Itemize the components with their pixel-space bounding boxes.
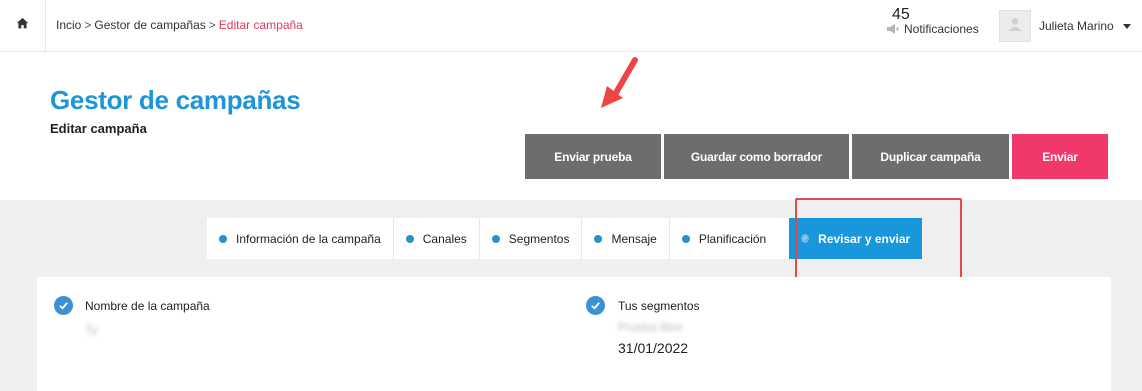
- save-draft-button[interactable]: Guardar como borrador: [664, 134, 849, 179]
- user-icon: [1007, 16, 1023, 37]
- tab-label: Información de la campaña: [236, 231, 381, 246]
- tab-scheduling[interactable]: Planificación: [670, 218, 778, 259]
- breadcrumb-current: Editar campaña: [218, 18, 303, 32]
- duplicate-campaign-button[interactable]: Duplicar campaña: [852, 134, 1009, 179]
- tab-campaign-info[interactable]: Información de la campaña: [207, 218, 394, 259]
- review-card: Nombre de la campaña Ty Tus segmentos Pr…: [37, 277, 1111, 391]
- megaphone-icon: [886, 22, 900, 36]
- user-menu[interactable]: Julieta Marino: [999, 10, 1131, 42]
- home-button[interactable]: [0, 0, 46, 52]
- page-title: Gestor de campañas: [50, 85, 301, 115]
- check-circle-icon: [586, 296, 605, 315]
- segments-value: Prueba libre: [618, 320, 683, 334]
- breadcrumb-section-link[interactable]: Gestor de campañas: [94, 18, 205, 32]
- tab-label: Segmentos: [508, 231, 570, 246]
- breadcrumb-home-link[interactable]: Incio: [56, 18, 81, 32]
- breadcrumb-separator: >: [84, 18, 92, 32]
- send-test-button[interactable]: Enviar prueba: [525, 134, 661, 179]
- notification-count-badge: 45: [892, 6, 910, 23]
- step-dot-icon: [405, 234, 414, 243]
- home-icon: [16, 17, 29, 35]
- schedule-date: 31/01/2022: [618, 340, 689, 356]
- tab-label: Planificación: [698, 231, 767, 246]
- step-dot-icon: [219, 234, 227, 243]
- tab-channels[interactable]: Canales: [394, 218, 480, 259]
- user-name: Julieta Marino: [1039, 19, 1114, 33]
- send-button[interactable]: Enviar: [1012, 134, 1108, 179]
- check-circle-icon: [54, 296, 73, 315]
- step-dot-icon: [681, 234, 690, 243]
- segments-label: Tus segmentos: [618, 299, 700, 313]
- tab-label: Canales: [422, 231, 467, 246]
- step-dot-icon: [594, 234, 603, 243]
- breadcrumb-separator: >: [208, 18, 216, 32]
- notifications-label: Notificaciones: [904, 22, 979, 36]
- tab-message[interactable]: Mensaje: [582, 218, 670, 259]
- campaign-name-value: Ty: [85, 323, 98, 337]
- tab-segments[interactable]: Segmentos: [480, 218, 583, 259]
- avatar: [999, 10, 1031, 42]
- top-bar: Incio > Gestor de campañas > Editar campaña …: [0, 0, 1142, 52]
- page-header: Gestor de campañas Editar campaña Enviar…: [0, 52, 1142, 200]
- annotation-arrow-icon: [601, 57, 638, 108]
- campaign-name-label: Nombre de la campaña: [85, 299, 210, 313]
- breadcrumb: Incio > Gestor de campañas > Editar campaña: [56, 18, 303, 32]
- step-dot-icon: [491, 234, 500, 243]
- page-subtitle: Editar campaña: [50, 121, 147, 136]
- annotation-highlight-box: [795, 198, 962, 280]
- tab-label: Mensaje: [611, 231, 657, 246]
- chevron-down-icon: [1122, 23, 1131, 29]
